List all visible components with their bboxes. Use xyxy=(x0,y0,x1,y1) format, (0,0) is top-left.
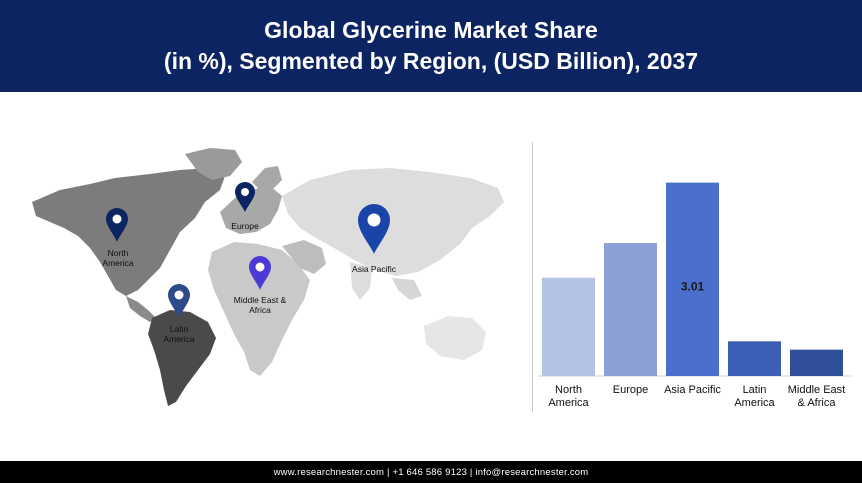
pin-label-north-america: North America xyxy=(102,248,134,268)
category-label-2-0: Asia Pacific xyxy=(664,384,721,396)
category-label-0-1: America xyxy=(548,397,589,409)
north-america-landmass xyxy=(32,168,225,296)
bar-chart: North America Europe 3.01 Asia Pacific Latin A… xyxy=(534,140,856,420)
header-banner: Global Glycerine Market Share (in %), Se… xyxy=(0,0,862,92)
chart-title-line-2: (in %), Segmented by Region, (USD Billio… xyxy=(163,48,699,74)
pin-label-asia-pacific: Asia Pacific xyxy=(352,264,396,274)
world-map: North America Europe Asia Pacific Middle … xyxy=(20,140,520,410)
scandinavia xyxy=(252,166,282,190)
data-label-2: 3.01 xyxy=(681,280,705,294)
footer-bar: www.researchnester.com | +1 646 586 9123… xyxy=(0,461,862,483)
central-america xyxy=(126,296,156,322)
footer-contact-text: www.researchnester.com | +1 646 586 9123… xyxy=(273,466,589,478)
southeast-asia xyxy=(392,278,422,300)
panel-divider xyxy=(532,142,533,412)
pin-label-latin-america: Latin America xyxy=(163,324,195,344)
bar-3 xyxy=(728,341,781,376)
bar-1 xyxy=(604,243,657,376)
pin-label-middle-east-africa: Middle East & Africa xyxy=(233,295,287,315)
category-label-0-0: North xyxy=(555,384,582,396)
bar-chart-svg: NorthAmericaEurope3.01Asia Pacific LatinA… xyxy=(538,182,852,409)
world-map-graphic xyxy=(32,148,504,406)
category-label-3-1: America xyxy=(734,397,775,409)
bar-4 xyxy=(790,349,843,376)
category-label-4-0: Middle East xyxy=(788,384,845,396)
bar-0 xyxy=(542,277,595,376)
category-label-4-1: & Africa xyxy=(798,397,837,409)
australia xyxy=(424,316,486,360)
chart-title-line-1: Global Glycerine Market Share xyxy=(264,17,598,43)
pin-label-europe: Europe xyxy=(231,221,259,231)
category-label-3-0: Latin xyxy=(743,384,767,396)
category-label-1-0: Europe xyxy=(613,384,648,396)
